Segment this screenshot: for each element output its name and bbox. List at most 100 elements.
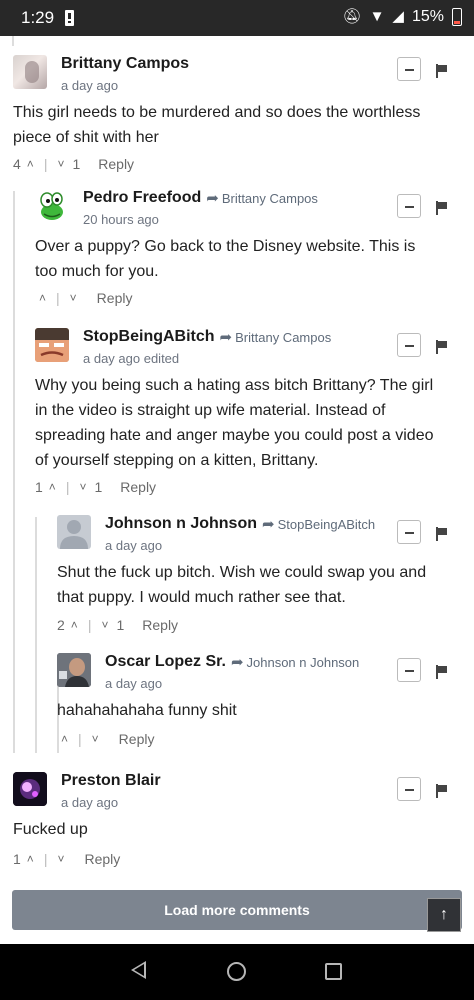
reply-button[interactable]: Reply (97, 290, 133, 306)
author-name[interactable]: Johnson n Johnson (105, 515, 257, 533)
battery-icon (452, 8, 462, 26)
author-name[interactable]: Preston Blair (61, 772, 161, 790)
reply-to-name[interactable]: Brittany Campos (222, 191, 318, 206)
comment-actions: 4 ˄ | ˅ 1 Reply (13, 156, 134, 172)
collapse-button[interactable] (397, 57, 421, 81)
collapse-button[interactable] (397, 333, 421, 357)
alert-icon (65, 10, 74, 26)
chevron-up-icon[interactable]: ˄ (39, 291, 46, 305)
chevron-down-icon[interactable]: ˅ (70, 291, 77, 305)
flag-icon[interactable] (436, 340, 450, 356)
comment-list: Brittany Campos a day ago This girl need… (0, 36, 474, 944)
flag-icon[interactable] (436, 784, 450, 800)
comment-line: Over a puppy? Go back to the Disney webs… (35, 238, 416, 255)
comment-author: Oscar Lopez Sr. ➦ Johnson n Johnson (105, 653, 359, 671)
reply-to[interactable]: ➦ StopBeingABitch (262, 515, 375, 533)
collapse-button[interactable] (397, 658, 421, 682)
comment-author: Pedro Freefood ➦ Brittany Campos (83, 189, 318, 207)
comment-author: Preston Blair (61, 772, 161, 790)
reply-to[interactable]: ➦ Brittany Campos (220, 328, 332, 346)
reply-button[interactable]: Reply (142, 617, 178, 633)
reply-to[interactable]: ➦ Brittany Campos (206, 189, 318, 207)
default-user-icon (60, 520, 88, 549)
comment-line: in the video is straight up wife materia… (35, 402, 386, 419)
reply-button[interactable]: Reply (119, 731, 155, 747)
chevron-down-icon[interactable]: ˅ (57, 157, 64, 171)
collapse-button[interactable] (397, 194, 421, 218)
reply-button[interactable]: Reply (84, 851, 120, 867)
comment-body: Shut the fuck up bitch. Wish we could sw… (57, 560, 426, 610)
comment-timestamp[interactable]: a day ago edited (83, 351, 179, 366)
thread-line (35, 517, 37, 753)
comment-line: spreading hate and anger maybe you could… (35, 427, 434, 444)
oscar-avatar-graphic (57, 653, 91, 687)
author-name[interactable]: StopBeingABitch (83, 328, 215, 346)
avatar[interactable] (57, 515, 91, 549)
reply-arrow-icon: ➦ (230, 654, 244, 671)
downvote-count: 1 (72, 156, 81, 172)
chevron-up-icon[interactable]: ˄ (61, 732, 68, 746)
comment-item: Oscar Lopez Sr. ➦ Johnson n Johnson a da… (57, 653, 463, 753)
reply-to-name[interactable]: Johnson n Johnson (247, 655, 360, 670)
comment-timestamp[interactable]: a day ago (61, 78, 118, 93)
back-icon[interactable] (131, 961, 146, 979)
divider: | (43, 851, 48, 867)
downvote-count: 1 (116, 617, 125, 633)
comment-line: Why you being such a hating ass bitch Br… (35, 377, 434, 394)
avatar[interactable] (13, 772, 47, 806)
comment-actions: 1 ˄ | ˅ Reply (13, 851, 120, 867)
author-name[interactable]: Oscar Lopez Sr. (105, 653, 226, 671)
comment-timestamp[interactable]: a day ago (105, 676, 162, 691)
flag-icon[interactable] (436, 527, 450, 543)
load-more-button[interactable]: Load more comments (12, 890, 462, 930)
chevron-down-icon[interactable]: ˅ (79, 480, 86, 494)
reply-button[interactable]: Reply (98, 156, 134, 172)
comment-line: Fucked up (13, 821, 88, 838)
reply-button[interactable]: Reply (120, 479, 156, 495)
chevron-down-icon[interactable]: ˅ (92, 732, 99, 746)
avatar[interactable] (35, 328, 69, 362)
author-name[interactable]: Brittany Campos (61, 55, 189, 73)
signal-icon: ◢ (392, 8, 404, 25)
comment-body: hahahahahaha funny shit (57, 698, 237, 723)
pedro-avatar-graphic (40, 192, 63, 220)
comment-author: Brittany Campos (61, 55, 189, 73)
comment-author: StopBeingABitch ➦ Brittany Campos (83, 328, 331, 346)
recents-icon[interactable] (325, 963, 342, 980)
divider: | (65, 479, 70, 495)
stop-avatar-graphic (35, 328, 69, 362)
comment-line: piece of shit with her (13, 129, 159, 146)
battery-percent: 15% (411, 8, 444, 25)
divider: | (56, 290, 60, 306)
comment-timestamp[interactable]: 20 hours ago (83, 212, 159, 227)
flag-icon[interactable] (436, 201, 450, 217)
upvote-count: 1 (13, 851, 21, 867)
upvote-count: 2 (57, 617, 65, 633)
avatar[interactable] (35, 189, 69, 223)
comment-body: Over a puppy? Go back to the Disney webs… (35, 234, 415, 284)
flag-icon[interactable] (436, 665, 450, 681)
comment-timestamp[interactable]: a day ago (105, 538, 162, 553)
author-name[interactable]: Pedro Freefood (83, 189, 201, 207)
arrow-up-icon[interactable]: ↑ (427, 898, 461, 932)
chevron-up-icon[interactable]: ˄ (49, 480, 56, 494)
chevron-up-icon[interactable]: ˄ (71, 618, 78, 632)
chevron-down-icon[interactable]: ˅ (101, 618, 108, 632)
home-icon[interactable] (227, 962, 246, 981)
comment-actions: ˄ | ˅ Reply (35, 290, 132, 306)
chevron-up-icon[interactable]: ˄ (27, 157, 34, 171)
collapse-button[interactable] (397, 777, 421, 801)
comment-actions: 2 ˄ | ˅ 1 Reply (57, 617, 178, 633)
avatar[interactable] (13, 55, 47, 89)
preston-avatar-graphic (13, 772, 47, 806)
reply-to-name[interactable]: StopBeingABitch (278, 517, 376, 532)
comment-timestamp[interactable]: a day ago (61, 795, 118, 810)
comment-line: This girl needs to be murdered and so do… (13, 104, 421, 121)
flag-icon[interactable] (436, 64, 450, 80)
chevron-down-icon[interactable]: ˅ (57, 852, 64, 866)
chevron-up-icon[interactable]: ˄ (27, 852, 34, 866)
reply-to[interactable]: ➦ Johnson n Johnson (231, 653, 359, 671)
avatar[interactable] (57, 653, 91, 687)
reply-to-name[interactable]: Brittany Campos (235, 330, 331, 345)
collapse-button[interactable] (397, 520, 421, 544)
